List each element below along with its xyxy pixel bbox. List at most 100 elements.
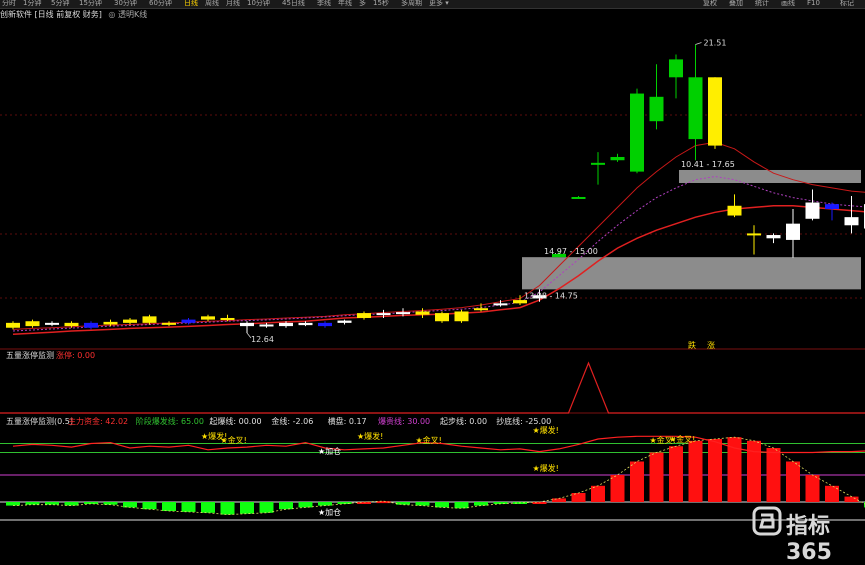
period-tab[interactable]: 15秒 [373,0,389,7]
histogram-bar [162,502,176,511]
histogram-bar [747,440,761,502]
candle-body [181,319,196,323]
candlestick[interactable] [337,319,352,325]
candlestick[interactable] [805,189,820,221]
indicator-legend-item: 金线: -2.06 [271,416,313,426]
period-toolbar: 分时 1分钟 5分钟 15分钟 30分钟 60分钟 日线 周线 月线 10分钟 45日线 季线 年线多 1… [0,0,865,9]
period-tab[interactable]: 年线 [338,0,352,7]
candlestick[interactable] [649,64,664,130]
candlestick[interactable] [25,319,40,328]
candle-body [454,311,469,322]
candle-body [279,322,293,327]
histogram-bar [571,493,586,502]
candlestick[interactable] [786,209,800,258]
period-tab[interactable]: 分时 [2,0,16,7]
candlestick[interactable] [318,321,332,328]
period-tab[interactable]: 15分钟 [79,0,102,7]
histogram-bar [84,502,98,504]
candle-body [805,202,820,219]
candle-body [591,162,605,165]
period-tab[interactable]: 多周期 [401,0,422,7]
candlestick[interactable] [240,321,254,333]
signal-annotation: ★加仓 [318,507,341,517]
toolbar-tool-button[interactable]: F10 [807,0,820,7]
candle-body [103,321,118,325]
period-tab[interactable]: 周线 [205,0,219,7]
period-tab[interactable]: 1分钟 [23,0,41,7]
watermark-logo-icon [752,506,782,536]
candlestick[interactable] [357,311,371,320]
histogram-bar [610,475,625,502]
toolbar-tool-button[interactable]: 复权 [703,0,717,7]
candle-body [474,308,488,311]
period-tab[interactable]: 60分钟 [149,0,172,7]
toolbar-tool-button[interactable]: 叠加 [729,0,743,7]
candlestick[interactable] [454,309,469,323]
histogram-bar [415,502,430,506]
histogram-bar [220,502,235,515]
candlestick[interactable] [591,152,605,185]
candlestick[interactable] [201,314,215,322]
histogram-bar [298,502,313,508]
period-tab[interactable]: 45日线 [282,0,305,7]
candlestick[interactable] [571,196,586,199]
candle-body [376,313,391,316]
period-tab[interactable]: 多 [359,0,366,7]
indicator-legend-item: 主力资金: 42.02 [68,416,128,426]
candle-body [844,217,859,226]
transparent-kline-toggle[interactable]: ◎ 透明K线 [108,10,147,19]
signal-spike-line [0,361,865,414]
high-pointer [695,42,702,45]
candle-body [513,300,527,304]
signal-annotation: ★金叉! [221,435,247,445]
zone-mid-label: 14.97 - 15.00 [544,247,598,256]
candlestick[interactable] [142,314,157,325]
candle-body [630,93,644,172]
period-tab[interactable]: 日线 [184,0,198,7]
period-tab[interactable]: 30分钟 [114,0,137,7]
chart-title: 创新软件 [日线 前复权 财务] ◎ 透明K线 [0,9,147,21]
candlestick[interactable] [610,153,625,162]
period-tab[interactable]: 10分钟 [247,0,270,7]
period-tab[interactable]: 季线 [317,0,331,7]
candle-body [240,322,254,327]
candlestick[interactable] [747,225,761,255]
candlestick[interactable] [162,321,176,327]
candle-body [669,59,683,78]
candle-body [396,312,410,315]
candlestick[interactable] [45,321,59,327]
candlestick[interactable] [727,194,742,218]
histogram-bar [279,502,293,510]
period-tab[interactable]: 更多 ▾ [429,0,449,7]
candlestick[interactable] [181,317,196,325]
histogram-bar [552,498,566,502]
candlestick[interactable] [766,233,781,244]
histogram-bar [181,502,196,512]
candlestick[interactable] [825,202,839,221]
histogram-bar [805,475,820,502]
toolbar-tool-button[interactable]: 标记 [840,0,854,7]
histogram-bar [844,496,859,502]
period-tab[interactable]: 5分钟 [51,0,69,7]
toolbar-tool-button[interactable]: 画线 [781,0,795,7]
support-resistance-zone [522,257,861,290]
histogram-bar [649,452,664,502]
candlestick[interactable] [123,317,137,325]
candlestick[interactable] [84,321,98,330]
candle-body [415,311,430,315]
histogram-bar [630,461,644,502]
period-tab[interactable]: 月线 [226,0,240,7]
candlestick[interactable] [435,311,449,323]
candlestick[interactable] [708,77,722,149]
candlestick[interactable] [688,44,703,161]
candlestick[interactable] [844,196,859,234]
candlestick[interactable] [669,54,683,99]
stock-chart[interactable]: 21.51 12.64 10.41 - 17.65 14.97 - 15.00 13.9… [0,0,865,546]
candlestick[interactable] [6,321,20,330]
candle-body [6,322,20,328]
support-resistance-zone [679,169,861,183]
candlestick[interactable] [630,88,644,174]
toolbar-tool-button[interactable]: 统计 [755,0,769,7]
signal-label: 跌 [688,340,696,350]
zone-upper-label: 10.41 - 17.65 [681,160,735,169]
